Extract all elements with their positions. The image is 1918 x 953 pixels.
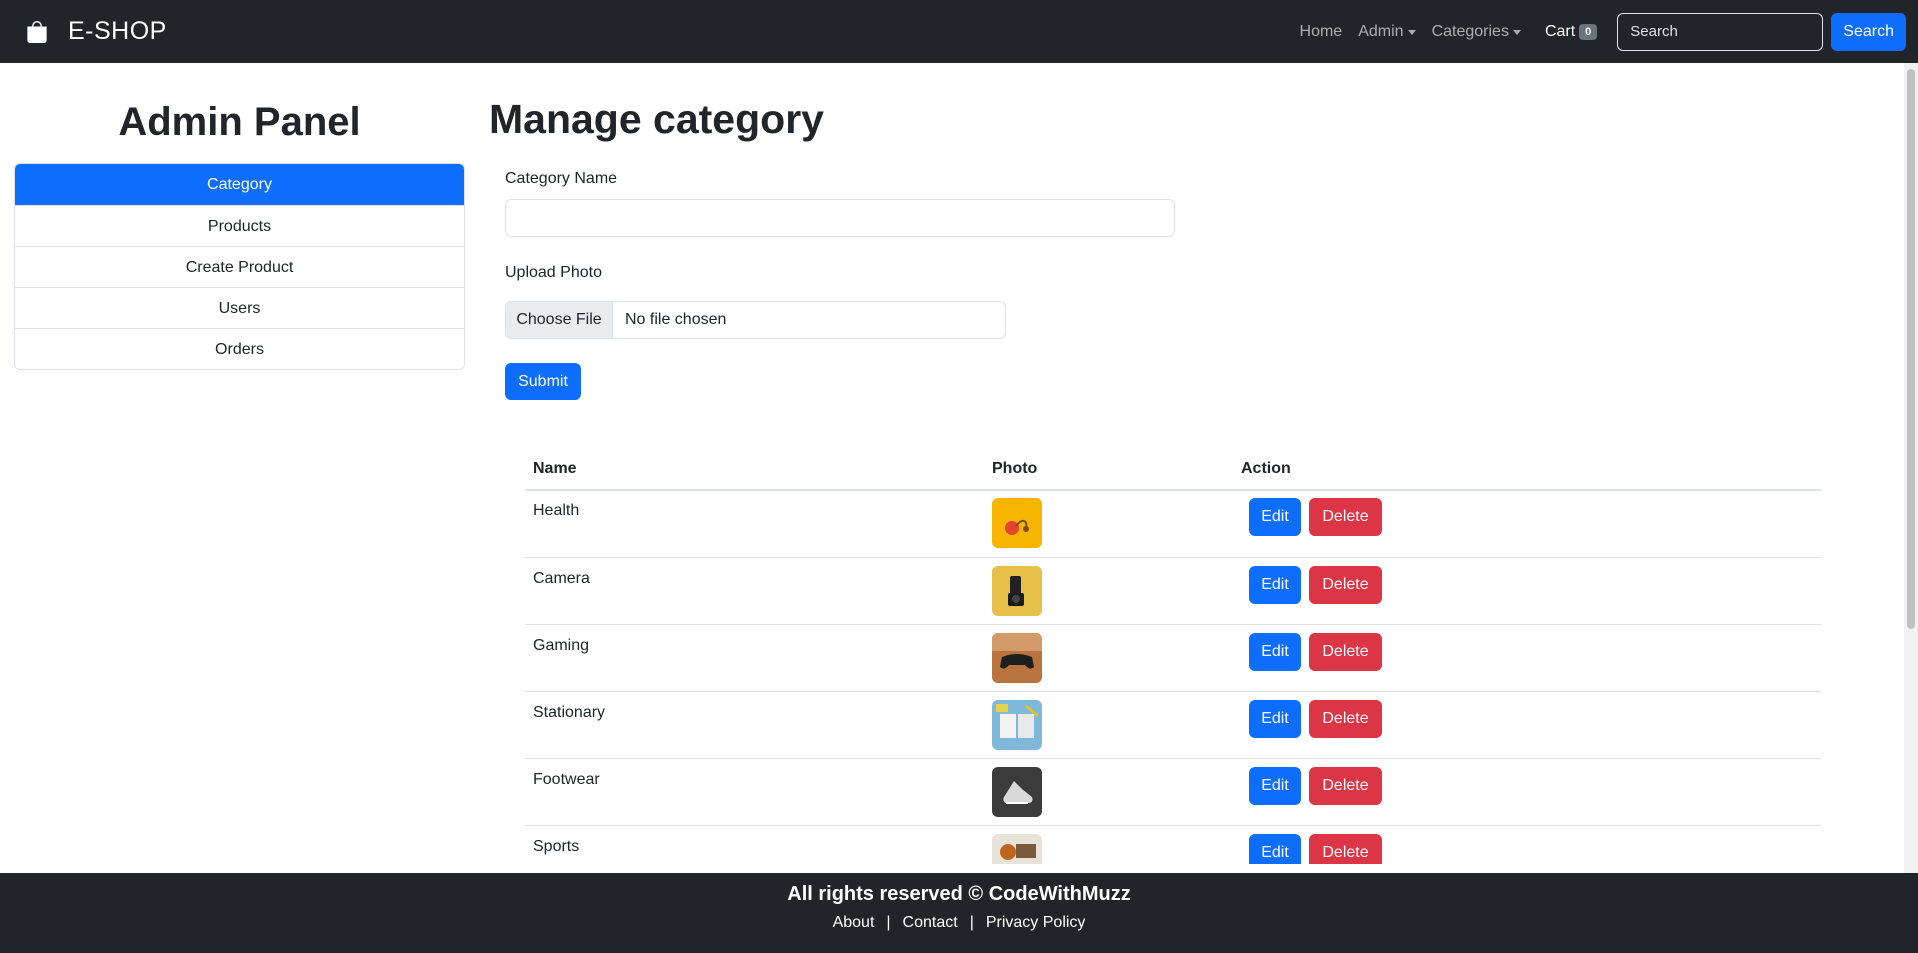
table-row: Sports Edit Delete [525,825,1821,864]
edit-button[interactable]: Edit [1249,633,1301,671]
nav-categories-dropdown[interactable]: Categories [1432,23,1521,41]
search-button[interactable]: Search [1831,12,1906,51]
sidebar-title: Admin Panel [118,100,361,144]
category-photo [992,834,1042,864]
upload-photo-label: Upload Photo [505,264,602,281]
scrollbar-thumb[interactable] [1907,69,1915,629]
category-photo [992,633,1042,683]
category-name-label: Category Name [505,170,618,187]
footer-separator: | [886,914,891,931]
nav-categories-label: Categories [1431,22,1509,40]
category-photo [992,700,1042,750]
delete-button[interactable]: Delete [1309,767,1382,805]
shopping-bag-icon [27,20,47,43]
footer-link-privacy[interactable]: Privacy Policy [986,914,1086,932]
brand[interactable]: E-SHOP [26,17,167,46]
category-name: Stationary [533,704,606,721]
submit-button[interactable]: Submit [505,363,581,400]
table-row: Footwear Edit Delete [525,758,1821,825]
admin-sidebar: Admin Panel Category Products Create Pro… [14,100,465,370]
category-name: Footwear [533,771,600,788]
category-name: Camera [533,570,590,587]
nav-home[interactable]: Home [1300,23,1343,41]
search-input[interactable] [1617,12,1824,51]
sidebar-item-orders[interactable]: Orders [15,328,464,369]
delete-button[interactable]: Delete [1309,700,1382,738]
file-status: No file chosen [625,311,727,328]
category-name: Sports [533,838,580,855]
category-name: Gaming [533,637,590,654]
page-title: Manage category [489,96,824,142]
category-table: Name Photo Action Health Edit Delete Cam… [525,452,1821,864]
edit-button[interactable]: Edit [1249,700,1301,738]
table-row: Health Edit Delete [525,490,1821,557]
footer-separator: | [969,914,974,931]
category-photo [992,498,1042,548]
sidebar-item-create-product[interactable]: Create Product [15,246,464,287]
caret-down-icon [1407,30,1416,35]
table-row: Gaming Edit Delete [525,624,1821,691]
delete-button[interactable]: Delete [1309,834,1382,864]
table-row: Stationary Edit Delete [525,691,1821,758]
edit-button[interactable]: Edit [1249,834,1301,864]
category-photo [992,767,1042,817]
navbar: E-SHOP Home Admin Categories Cart 0 Sear… [0,0,1918,63]
sidebar-item-users[interactable]: Users [15,287,464,328]
table-row: Camera Edit Delete [525,557,1821,624]
sidebar-item-category[interactable]: Category [15,164,464,205]
page-scrollbar[interactable] [1904,63,1918,873]
header-photo: Photo [992,460,1038,477]
nav-admin-label: Admin [1358,22,1404,40]
choose-file-button[interactable]: Choose File [506,302,613,338]
delete-button[interactable]: Delete [1309,633,1382,671]
delete-button[interactable]: Delete [1309,566,1382,604]
edit-button[interactable]: Edit [1249,767,1301,805]
delete-button[interactable]: Delete [1309,498,1382,536]
footer: All rights reserved © CodeWithMuzz About… [0,873,1918,953]
edit-button[interactable]: Edit [1249,498,1301,536]
header-action: Action [1241,460,1291,477]
category-name-input[interactable] [505,199,1175,237]
footer-copyright: All rights reserved © CodeWithMuzz [787,883,1131,905]
nav-admin-dropdown[interactable]: Admin [1358,22,1416,41]
header-name: Name [533,460,577,477]
photo-file-input[interactable]: Choose File No file chosen [505,301,1006,339]
footer-links: About | Contact | Privacy Policy [0,914,1918,932]
footer-link-contact[interactable]: Contact [903,914,958,932]
caret-down-icon [1512,30,1521,35]
category-name: Health [533,502,580,519]
footer-link-about[interactable]: About [833,914,875,932]
edit-button[interactable]: Edit [1249,566,1301,604]
admin-menu: Category Products Create Product Users O… [14,163,465,370]
cart-label: Cart [1544,22,1576,40]
cart-count-badge: 0 [1579,23,1598,40]
brand-name: E-SHOP [68,17,167,45]
sidebar-item-products[interactable]: Products [15,205,464,246]
category-photo [992,566,1042,616]
cart-link[interactable]: Cart 0 [1544,22,1598,41]
